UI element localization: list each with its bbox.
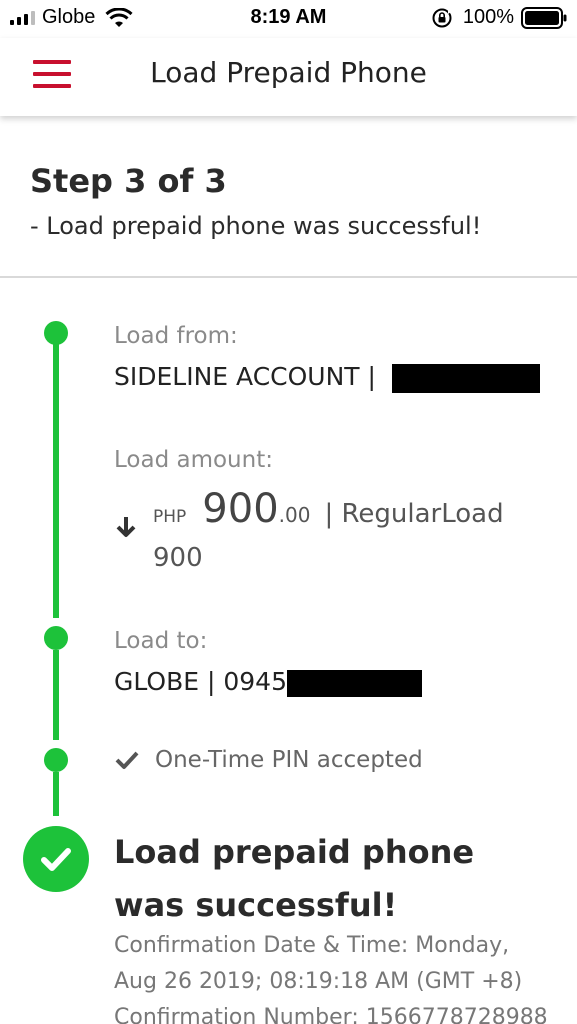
load-amount-value: PHP 900 .00 | RegularLoad	[153, 486, 504, 532]
timeline-dot	[44, 626, 68, 650]
status-bar: Globe 8:19 AM 100%	[0, 0, 577, 38]
load-amount-label: Load amount:	[114, 447, 273, 473]
page-title: Load Prepaid Phone	[150, 56, 427, 89]
confirmation-line: Aug 26 2019; 08:19:18 AM (GMT +8)	[114, 969, 523, 994]
confirmation-number: Confirmation Number: 1566778728988	[114, 1005, 548, 1024]
load-from-value: SIDELINE ACCOUNT |	[114, 362, 540, 393]
success-title: Load prepaid phone was successful!	[114, 833, 475, 924]
step-subtitle: - Load prepaid phone was successful!	[30, 212, 482, 240]
load-product-continued: 900	[153, 543, 203, 573]
battery-percent: 100%	[462, 6, 514, 28]
load-from-account: SIDELINE ACCOUNT |	[114, 362, 376, 391]
timeline-line	[53, 772, 59, 816]
load-to-value: GLOBE | 0945	[114, 667, 422, 697]
arrow-down-icon	[116, 517, 136, 537]
currency: PHP	[153, 507, 187, 527]
timeline-dot	[44, 748, 68, 772]
redacted-phone-number	[286, 669, 422, 697]
otp-text: One-Time PIN accepted	[155, 747, 423, 773]
step-section: Step 3 of 3 - Load prepaid phone was suc…	[0, 116, 577, 278]
load-to-number: GLOBE | 0945	[114, 667, 287, 696]
checkmark-icon	[115, 751, 139, 769]
app-header: Load Prepaid Phone	[0, 38, 577, 116]
load-from-label: Load from:	[114, 323, 238, 349]
timeline-line	[53, 333, 59, 618]
redacted-account-number	[391, 363, 540, 393]
otp-status: One-Time PIN accepted	[115, 747, 423, 773]
amount-cents: .00	[278, 503, 311, 527]
timeline-line	[53, 650, 59, 740]
success-check-icon	[23, 826, 89, 892]
load-to-label: Load to:	[114, 628, 208, 654]
orientation-lock-icon	[432, 8, 452, 27]
battery-icon	[521, 6, 567, 29]
timeline-dot	[44, 321, 68, 345]
confirmation-details: Confirmation Date & Time: Monday, Aug 26…	[114, 928, 564, 1024]
amount-whole: 900	[202, 486, 279, 532]
load-product: | RegularLoad	[324, 499, 504, 529]
step-title: Step 3 of 3	[30, 162, 227, 200]
confirmation-line: Confirmation Date & Time: Monday,	[114, 933, 510, 958]
battery-group: 100%	[431, 6, 567, 29]
